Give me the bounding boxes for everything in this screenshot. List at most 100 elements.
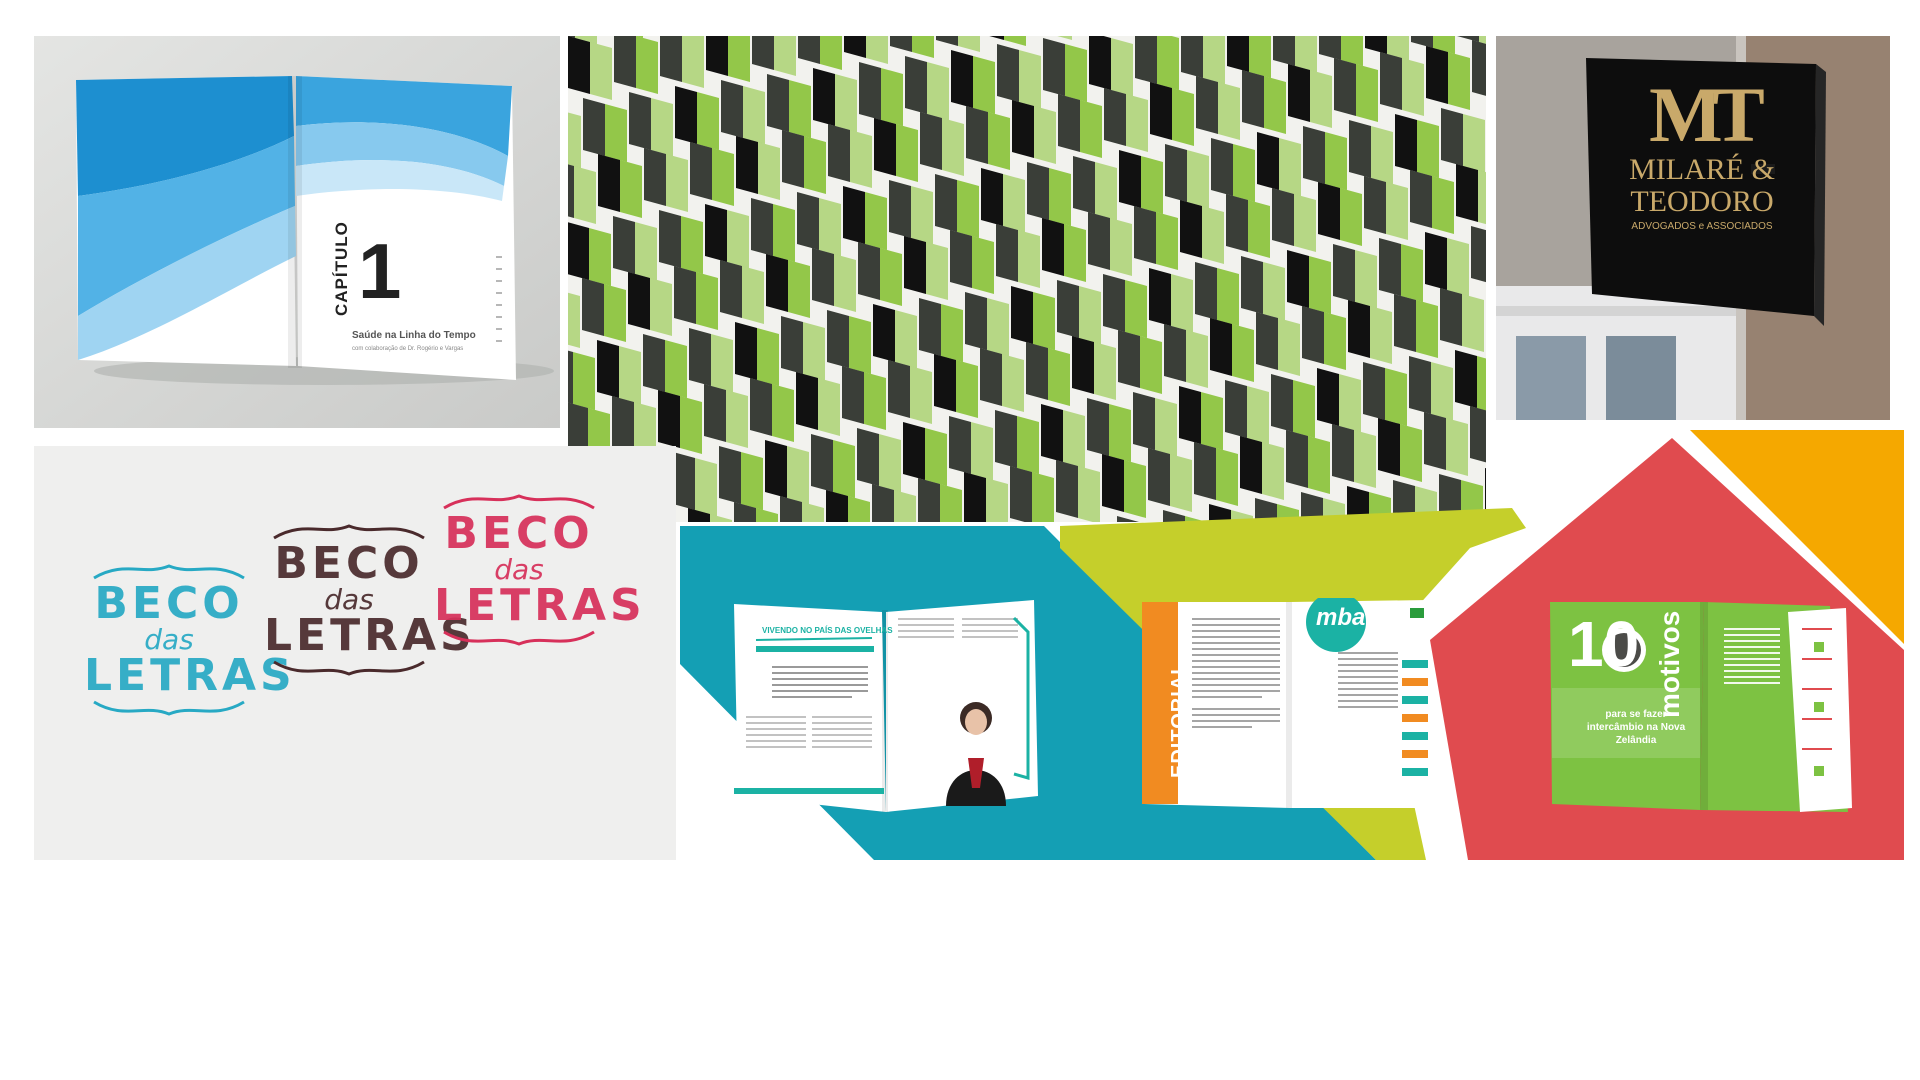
beco-das-letras-logo: BECO das LETRAS [84,556,292,776]
pattern-tile [568,350,595,410]
magazine-interview-mockup: VIVENDO NO PAÍS DAS OVELHAS [732,598,1042,816]
pattern-tile [568,164,596,224]
pattern-tile [949,416,993,480]
beco-das-letras-logo: BECO das LETRAS [434,486,646,706]
pattern-tile [1057,36,1072,40]
firm-name-line1: MILARÉ & [1629,153,1775,186]
pattern-tile [1057,280,1101,344]
book-chapter-mockup: CAPÍTULO 1 Saúde na Linha do Tempo com c… [34,36,560,428]
monogram-logo: MT [1649,71,1765,158]
pattern-tile [1303,126,1347,190]
chapter-byline: com colaboração de Dr. Rogério e Vargas [352,346,464,352]
pattern-tile [1409,356,1453,420]
pattern-tile [1226,194,1270,258]
pattern-tile [1271,374,1315,438]
pattern-tile [1119,150,1163,214]
pattern-tile [736,136,780,200]
pattern-tile [751,198,795,262]
pattern-tile [844,36,888,64]
pattern-tile [568,36,612,100]
magazine-editorial-mockup: EDITORIAL mba [1140,598,1450,816]
pattern-tile [1225,380,1269,444]
firm-name-line2: TEODORO [1630,184,1774,218]
pattern-tile [1286,430,1330,494]
beco-das-letras-logo: BECO das LETRAS [264,516,476,736]
pattern-tile [614,36,658,94]
book-illustration [34,36,560,428]
pattern-tile [1194,442,1238,506]
motivos-number: 10 [1568,608,1640,680]
logo-line1: BECO [444,508,594,559]
pattern-tile [980,348,1024,412]
pattern-tile [1255,498,1299,522]
pattern-tile [735,322,779,386]
pattern-tile [1056,460,1100,522]
pattern-tile [1485,468,1486,521]
pattern-tile [950,230,994,294]
pattern-tile [1118,330,1162,394]
pattern-tile [568,222,611,286]
pattern-tile [936,36,980,52]
pattern-tile [1164,324,1208,388]
pattern-tile [689,328,733,392]
pattern-tile [1393,480,1437,522]
pattern-tile [1165,144,1209,208]
pattern-tile [1363,362,1407,426]
pattern-tile [1317,368,1361,432]
pattern-tile [996,224,1040,288]
pattern-tile [597,340,641,404]
pattern-tile [1378,418,1422,482]
pattern-tile [1288,64,1332,128]
pattern-tile [583,98,627,162]
pattern-tile [705,204,749,268]
chapter-subtitle: Saúde na Linha do Tempo [352,330,476,341]
pattern-tile [1087,398,1131,462]
logo-line1: BECO [274,538,424,589]
pattern-tile [1072,336,1116,400]
pattern-tile [643,334,687,398]
pattern-tile [1332,424,1376,488]
pattern-tile [1257,132,1301,196]
pattern-tile [920,112,964,176]
pattern-tile [997,44,1041,108]
pattern-tile [811,434,855,498]
pattern-tile [781,316,825,380]
pattern-tile [888,360,932,424]
pattern-tile [873,304,917,368]
pattern-tile [1425,232,1469,296]
pattern-tile [1440,288,1484,352]
pattern-tile [1211,138,1255,202]
logo-line3: LETRAS [434,580,646,631]
pattern-tile [568,112,581,168]
pattern-tile [1395,114,1439,178]
pattern-tile [995,410,1039,474]
logo-line3: LETRAS [264,610,476,661]
pattern-tile [874,118,918,182]
pattern-tile [903,422,947,486]
pattern-tile [1456,164,1486,225]
pattern-tile [1318,182,1362,246]
pattern-tile [1394,294,1438,358]
pattern-tile [1012,100,1056,164]
motivos-vertical-word: motivos [1654,610,1685,718]
pattern-tile [1439,474,1483,522]
pattern-tile [706,36,750,82]
pattern-tile [1103,274,1147,338]
pattern-tile [721,80,765,144]
pattern-tile [598,154,642,218]
pattern-tile [1196,76,1240,140]
pattern-tile [1181,36,1225,84]
pattern-tile [965,292,1009,356]
pattern-tile [1240,436,1284,500]
pattern-tile [1349,120,1393,184]
pattern-tile [951,50,995,114]
pattern-tile [1010,466,1054,522]
pattern-tile [918,478,962,522]
pattern-tile [1471,226,1486,283]
pattern-tile [1227,36,1271,78]
pattern-tile [1133,392,1177,456]
signage-mockup: MT MILARÉ & TEODORO ADVOGADOS e ASSOCIAD… [1496,36,1890,420]
pattern-tile [704,384,748,448]
pattern-tile [766,254,810,318]
pattern-tile [720,260,764,324]
